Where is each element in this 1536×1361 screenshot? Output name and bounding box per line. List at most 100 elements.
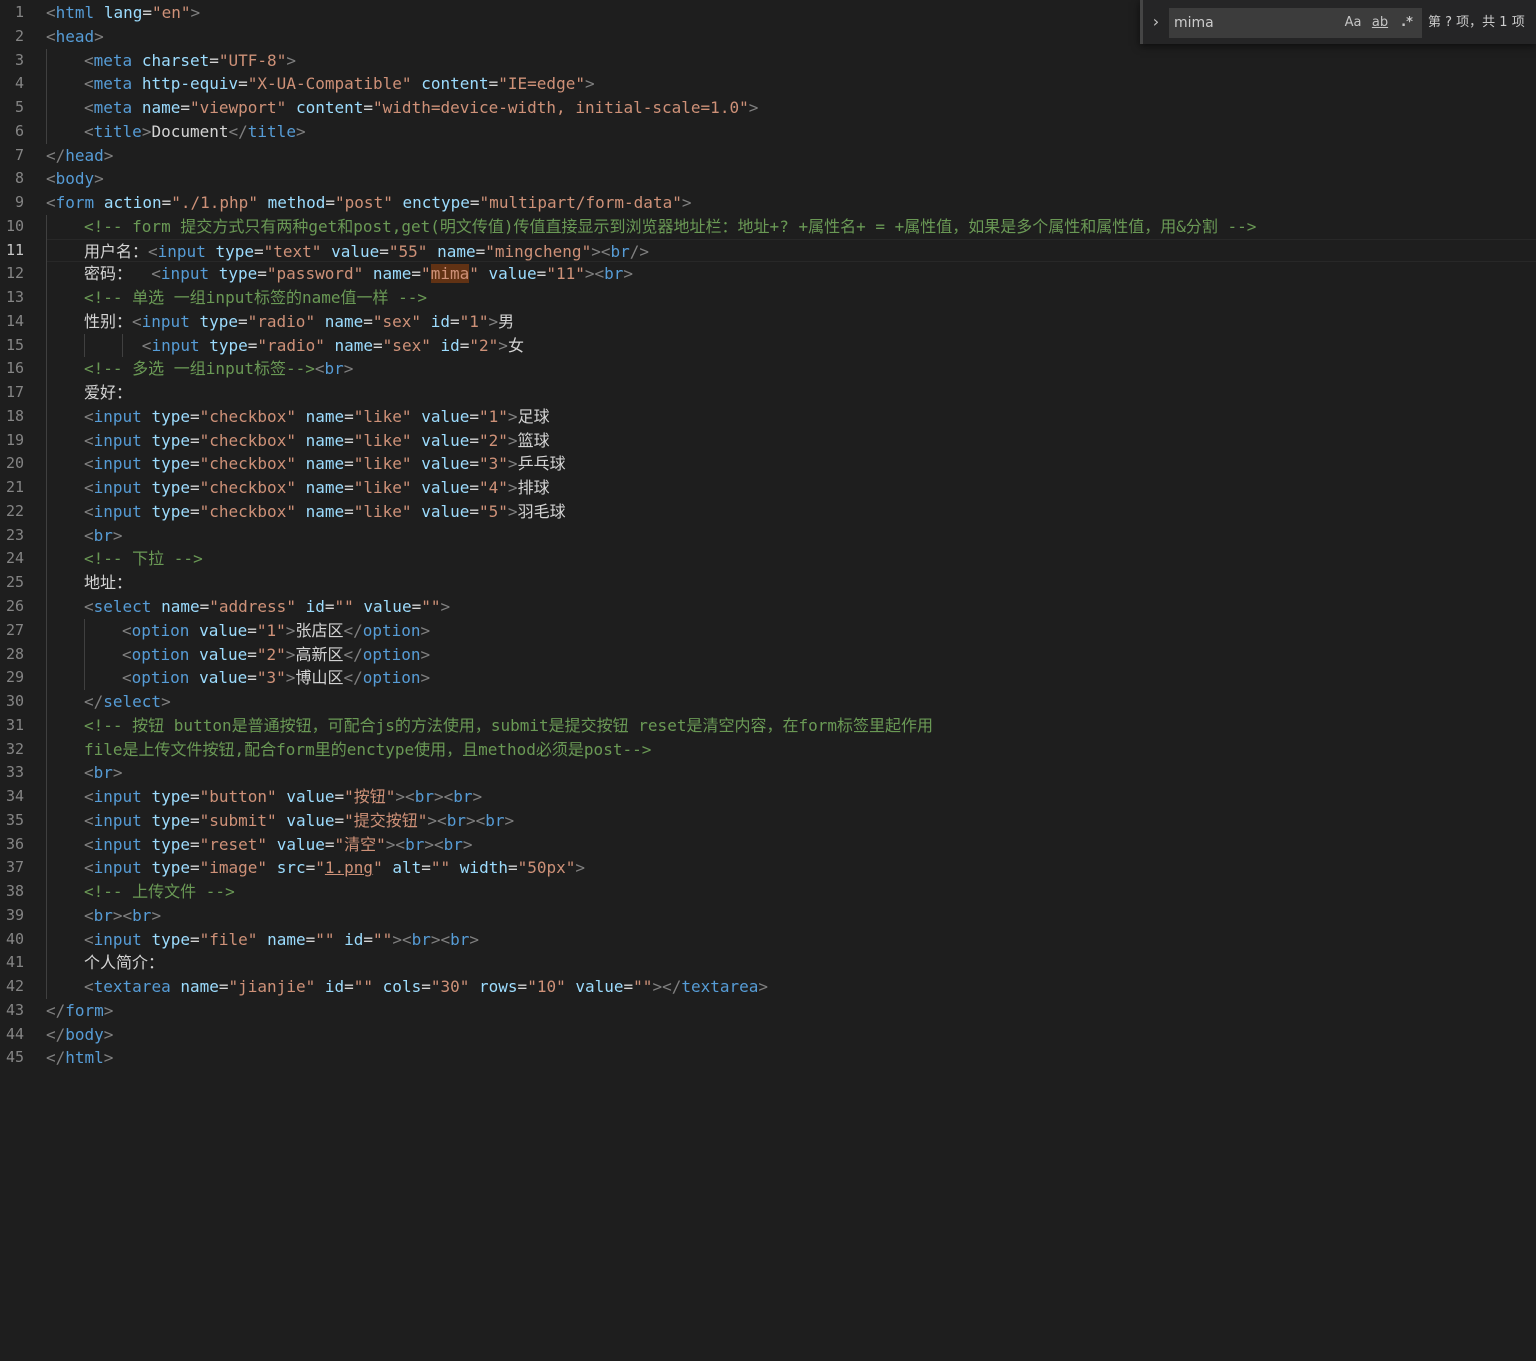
code-line[interactable]: </form>: [46, 999, 1536, 1023]
code-line[interactable]: <option value="1">张店区</option>: [46, 619, 1536, 643]
code-editor[interactable]: 1 2 3 4 5 6 7 8 9 10 11 12 13 14 15 16 17 18 19 20 21 22 23 24 2…: [0, 0, 1536, 1361]
code-line[interactable]: <br>: [46, 761, 1536, 785]
token-tag-name: input: [160, 264, 210, 284]
token-punctuation: ><: [584, 264, 605, 284]
token-string-value: "": [315, 929, 335, 949]
code-line[interactable]: 性别：<input type="radio" name="sex" id="1"…: [46, 310, 1536, 334]
token-text: =: [344, 454, 354, 474]
token-tag-name: br: [414, 787, 434, 807]
code-line[interactable]: 爱好：: [46, 381, 1536, 405]
find-widget-resize-handle[interactable]: [1140, 0, 1143, 44]
code-line[interactable]: file是上传文件按钮,配合form里的enctype使用，且method必须是…: [46, 738, 1536, 762]
code-line[interactable]: 密码： <input type="password" name="mima" v…: [46, 262, 1536, 286]
code-line[interactable]: <input type="checkbox" name="like" value…: [46, 405, 1536, 429]
code-line[interactable]: <input type="reset" value="清空"><br><br>: [46, 833, 1536, 857]
code-line[interactable]: <input type="submit" value="提交按钮"><br><b…: [46, 809, 1536, 833]
token-text: =: [469, 193, 480, 213]
code-line[interactable]: <input type="checkbox" name="like" value…: [46, 429, 1536, 453]
code-line[interactable]: <input type="checkbox" name="like" value…: [46, 476, 1536, 500]
regex-toggle[interactable]: .*: [1398, 13, 1416, 33]
token-tag-name: input: [151, 335, 200, 355]
token-tag-name: meta: [93, 74, 133, 94]
line-number: 23: [5, 525, 24, 544]
token-comment: <!-- 下拉 -->: [84, 549, 203, 569]
token-text: 排球: [517, 478, 550, 498]
code-line[interactable]: <!-- 下拉 -->: [46, 547, 1536, 571]
line-number: 34: [5, 787, 24, 806]
code-line[interactable]: <option value="2">高新区</option>: [46, 643, 1536, 667]
token-string-value: "": [334, 597, 354, 616]
token-attribute-name: type: [151, 501, 190, 521]
code-line[interactable]: <input type="checkbox" name="like" value…: [46, 500, 1536, 524]
token-punctuation: ><: [433, 787, 454, 807]
code-line[interactable]: 用户名：<input type="text" value="55" name="…: [46, 238, 1536, 263]
token-punctuation: <: [84, 597, 94, 616]
token-text: 性别：: [84, 311, 133, 331]
code-line[interactable]: 个人简介：: [46, 951, 1536, 975]
token-punctuation: >: [469, 929, 480, 949]
token-string-value: "3": [256, 668, 286, 688]
code-line[interactable]: <br><br>: [46, 904, 1536, 928]
token-attribute-name: value: [199, 620, 248, 640]
token-link[interactable]: 1.png: [325, 858, 373, 877]
token-punctuation: >: [681, 193, 692, 213]
token-string-value: "en": [151, 3, 191, 22]
code-line[interactable]: <input type="file" name="" id=""><br><br…: [46, 928, 1536, 952]
code-line[interactable]: <!-- 按钮 button是普通按钮，可配合js的方法使用，submit是提交…: [46, 714, 1536, 738]
code-line[interactable]: <br>: [46, 524, 1536, 548]
token-tag-name: option: [362, 620, 421, 640]
code-line[interactable]: <textarea name="jianjie" id="" cols="30"…: [46, 975, 1536, 999]
code-line[interactable]: <!-- 上传文件 -->: [46, 880, 1536, 904]
code-line[interactable]: <input type="radio" name="sex" id="2">女: [46, 334, 1536, 358]
chevron-right-icon[interactable]: ›: [1149, 12, 1163, 32]
code-line[interactable]: <option value="3">博山区</option>: [46, 666, 1536, 690]
token-punctuation: >: [103, 1024, 114, 1044]
code-line[interactable]: <title>Document</title>: [46, 120, 1536, 144]
match-case-toggle[interactable]: Aa: [1344, 13, 1362, 33]
code-line[interactable]: <meta charset="UTF-8">: [46, 49, 1536, 73]
code-line[interactable]: </select>: [46, 690, 1536, 714]
code-line[interactable]: <input type="image" src="1.png" alt="" w…: [46, 856, 1536, 880]
line-number: 5: [14, 98, 24, 117]
code-line[interactable]: <!-- 多选 一组input标签--><br>: [46, 357, 1536, 381]
code-line[interactable]: <meta name="viewport" content="width=dev…: [46, 96, 1536, 120]
token-text: =: [189, 430, 200, 450]
code-line[interactable]: <!-- form 提交方式只有两种get和post,get(明文传值)传值直接…: [46, 215, 1536, 239]
token-text: =: [247, 335, 258, 355]
token-tag-name: br: [93, 905, 113, 925]
token-attribute-name: value: [199, 668, 248, 688]
code-line[interactable]: </body>: [46, 1023, 1536, 1047]
code-line[interactable]: </head>: [46, 144, 1536, 168]
token-attribute-name: id: [430, 311, 450, 331]
token-string-value: "11": [546, 264, 585, 284]
code-line[interactable]: <body>: [46, 167, 1536, 191]
code-line[interactable]: <meta http-equiv="X-UA-Compatible" conte…: [46, 72, 1536, 96]
code-line[interactable]: <select name="address" id="" value="">: [46, 595, 1536, 619]
token-attribute-name: value: [421, 406, 470, 426]
token-punctuation: <: [46, 169, 56, 189]
line-number: 32: [5, 739, 24, 758]
code-line[interactable]: <form action="./1.php" method="post" enc…: [46, 191, 1536, 215]
code-line[interactable]: </html>: [46, 1046, 1536, 1070]
token-text: =: [189, 501, 200, 521]
line-number: 9: [14, 193, 24, 212]
token-attribute-name: value: [286, 787, 335, 807]
token-punctuation: >: [623, 264, 634, 284]
code-line[interactable]: <input type="button" value="按钮"><br><br>: [46, 785, 1536, 809]
token-tag-name: input: [93, 858, 142, 878]
code-line[interactable]: <input type="checkbox" name="like" value…: [46, 452, 1536, 476]
whole-word-toggle[interactable]: ab: [1369, 13, 1391, 33]
code-line[interactable]: 地址：: [46, 571, 1536, 595]
token-text: =: [189, 478, 200, 498]
token-string-value: "3": [479, 454, 508, 474]
token-string-value: "multipart/form-data": [479, 193, 682, 213]
code-line[interactable]: <!-- 单选 一组input标签的name值一样 -->: [46, 286, 1536, 310]
token-attribute-name: src: [276, 858, 306, 878]
token-text: =: [363, 929, 374, 949]
